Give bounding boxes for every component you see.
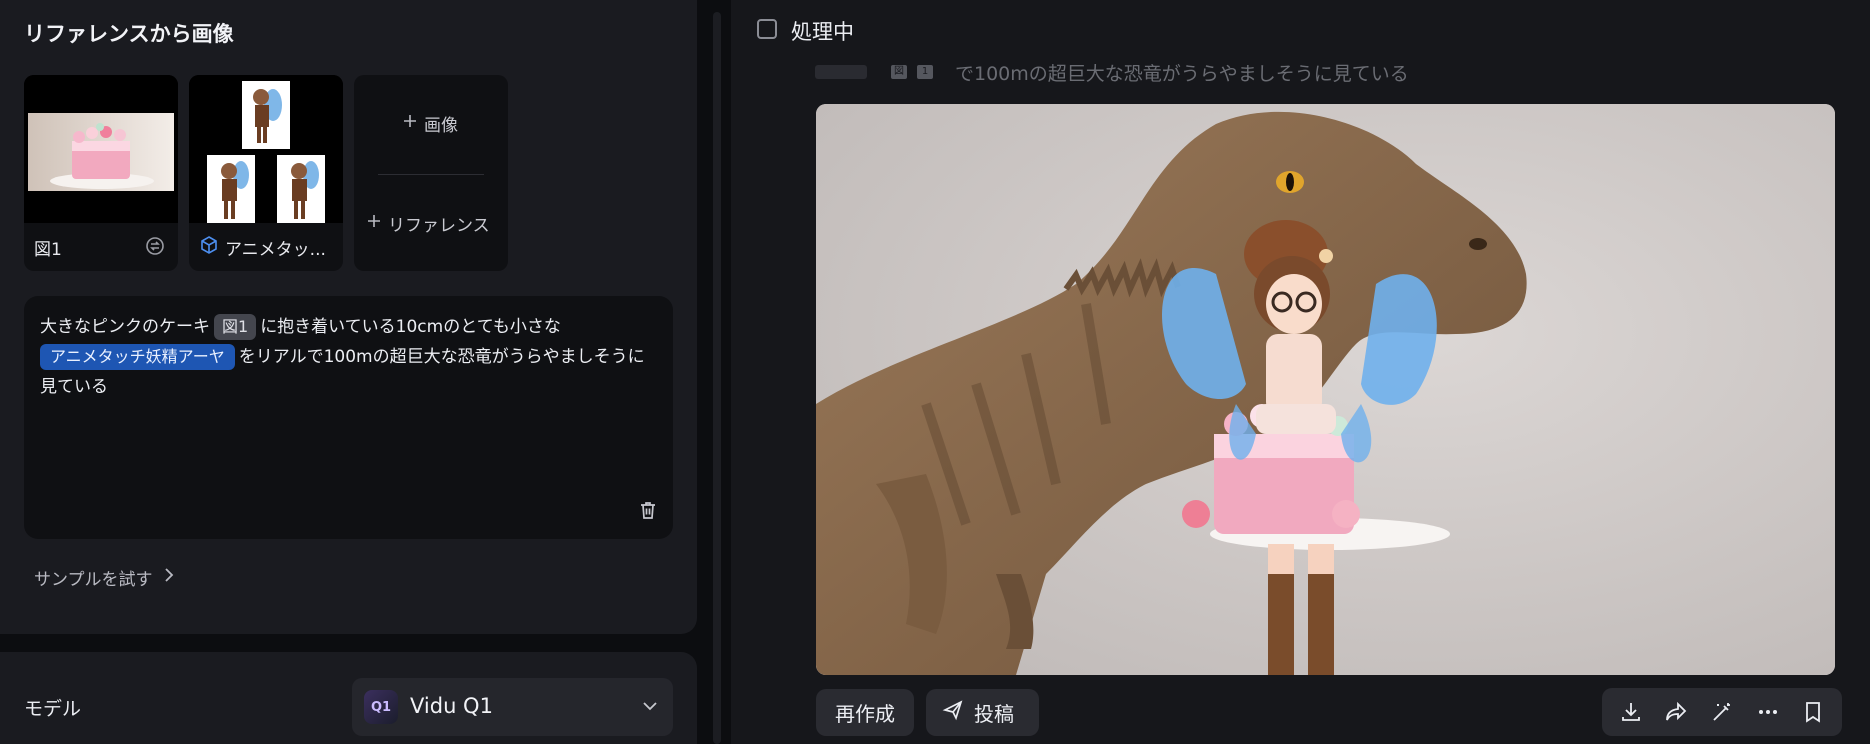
trash-icon[interactable] — [637, 499, 659, 525]
divider — [378, 174, 484, 175]
reference-item-figure1[interactable]: 図1 — [24, 75, 178, 271]
post-button[interactable]: 投稿 — [926, 689, 1039, 736]
result-actions — [1602, 688, 1842, 736]
regenerate-label: 再作成 — [835, 702, 895, 726]
add-image-button[interactable]: 画像 — [402, 111, 458, 136]
try-sample-link[interactable]: サンプルを試す — [34, 565, 175, 590]
placeholder-block — [815, 65, 867, 79]
post-label: 投稿 — [974, 702, 1014, 726]
model-select[interactable]: Q1 Vidu Q1 — [352, 678, 673, 736]
character-chip[interactable]: アニメタッチ妖精アーヤ — [40, 344, 235, 370]
reference-item-character[interactable]: アニメタッ... — [189, 75, 343, 271]
regenerate-button[interactable]: 再作成 — [816, 689, 914, 736]
send-icon — [942, 699, 964, 726]
more-icon[interactable] — [1750, 694, 1786, 730]
processing-label: 処理中 — [791, 20, 854, 44]
preview-badge: 図 — [891, 65, 907, 79]
cake-thumbnail — [24, 75, 178, 223]
reference-caption: 図1 — [34, 235, 62, 260]
try-sample-label: サンプルを試す — [34, 570, 153, 590]
scrollbar[interactable] — [713, 12, 721, 744]
model-logo-text: Q1 — [370, 699, 392, 715]
prompt-segment: に抱き着いている10cmのとても小さな — [260, 317, 561, 337]
magic-wand-icon[interactable] — [1704, 694, 1740, 730]
plus-icon — [366, 213, 382, 234]
prompt-text[interactable]: 大きなピンクのケーキ 図1 に抱き着いている10cmのとても小さな アニメタッチ妖精… — [40, 312, 660, 402]
add-reference-button[interactable]: リファレンス — [366, 211, 490, 236]
chevron-down-icon — [641, 698, 659, 717]
reference-label: アニメタッ... — [225, 240, 326, 260]
prompt-preview-text: で100mの超巨大な恐竜がうらやましそうに見ている — [955, 62, 1409, 85]
swap-icon[interactable] — [144, 235, 166, 261]
generated-image[interactable] — [816, 104, 1835, 675]
reference-chip[interactable]: 図1 — [214, 314, 257, 340]
reference-panel: リファレンスから画像 図1 アニメタッ... 画像 リファレンス 大きなピンクの… — [0, 0, 697, 634]
character-thumbnail — [189, 75, 343, 223]
model-label: モデル — [24, 698, 82, 720]
add-reference-label: リファレンス — [388, 216, 490, 236]
model-value: Vidu Q1 — [410, 694, 493, 718]
download-icon[interactable] — [1613, 694, 1649, 730]
reference-caption: アニメタッ... — [199, 235, 326, 260]
preview-badge: 1 — [917, 65, 933, 79]
prompt-input[interactable]: 大きなピンクのケーキ 図1 に抱き着いている10cmのとても小さな アニメタッチ妖精… — [24, 296, 673, 539]
section-title: リファレンスから画像 — [24, 22, 234, 46]
model-logo: Q1 — [364, 690, 398, 724]
processing-checkbox[interactable] — [757, 19, 777, 39]
cube-icon — [199, 235, 219, 260]
prompt-preview: 図 1 で100mの超巨大な恐竜がうらやましそうに見ている — [815, 58, 1409, 86]
share-icon[interactable] — [1658, 694, 1694, 730]
add-image-label: 画像 — [424, 116, 458, 136]
reference-label: 図1 — [34, 240, 62, 260]
plus-icon — [402, 113, 418, 134]
bookmark-icon[interactable] — [1795, 694, 1831, 730]
prompt-segment: 大きなピンクのケーキ — [40, 317, 210, 337]
chevron-right-icon — [163, 567, 175, 588]
add-reference-card: 画像 リファレンス — [354, 75, 508, 271]
